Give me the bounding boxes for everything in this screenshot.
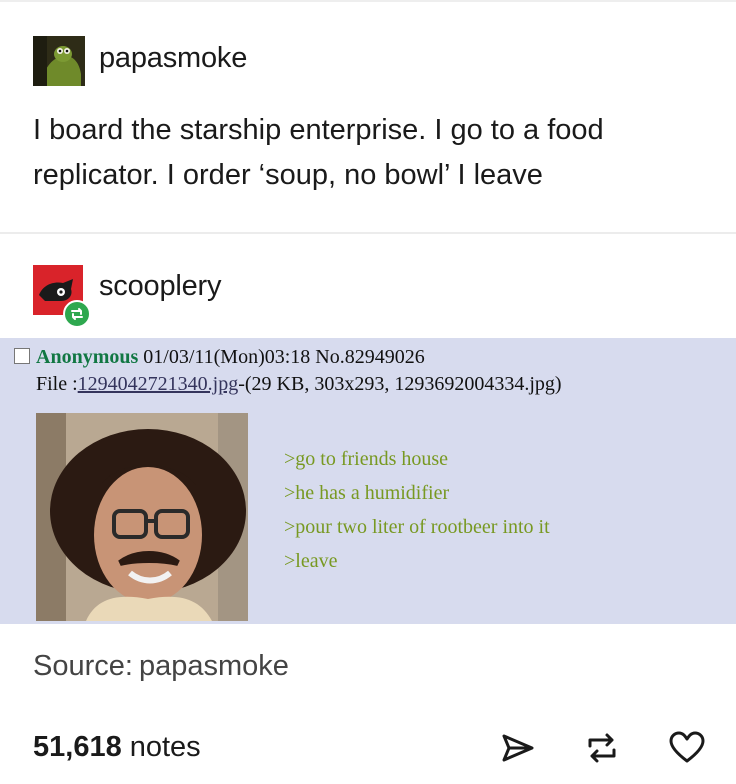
chan-post-datetime: 01/03/11(Mon)03:18 (143, 346, 311, 368)
notes-number: 51,618 (33, 731, 122, 763)
reblog-badge-icon (63, 300, 91, 328)
chan-checkbox (14, 348, 30, 364)
greentext-line: >pour two liter of rootbeer into it (284, 516, 550, 538)
chan-post-screenshot: Anonymous 01/03/11(Mon)03:18 No.82949026… (0, 338, 736, 624)
source-label: Source: (33, 650, 133, 682)
greentext-line: >go to friends house (284, 448, 449, 470)
chan-file-link: 1294042721340.jpg (77, 373, 239, 395)
greentext-line: >he has a humidifier (284, 482, 450, 504)
source-name[interactable]: papasmoke (139, 650, 289, 682)
share-icon[interactable] (498, 728, 538, 768)
reblog-icon[interactable] (582, 728, 622, 768)
chan-post-header: Anonymous 01/03/11(Mon)03:18 No.82949026 (36, 346, 425, 369)
post-body-text: I board the starship enterprise. I go to… (33, 114, 604, 191)
chan-greentext: >go to friends house >he has a humidifie… (284, 442, 550, 578)
top-border (0, 0, 736, 2)
source-line[interactable]: Source: papasmoke (33, 650, 289, 683)
notes-count[interactable]: 51,618 notes (33, 731, 201, 764)
chan-poster-name: Anonymous (36, 346, 139, 368)
heart-icon[interactable] (667, 728, 707, 768)
chan-post-number: No.82949026 (315, 346, 425, 368)
reblog-author-name[interactable]: scooplery (99, 270, 222, 303)
chan-file-line: File :1294042721340.jpg-(29 KB, 303x293,… (36, 373, 562, 396)
chan-post-photo (36, 413, 248, 621)
post-divider (0, 232, 736, 234)
chan-file-label: File : (36, 373, 78, 395)
notes-label: notes (129, 731, 201, 763)
avatar-papasmoke[interactable] (33, 36, 85, 86)
greentext-line: >leave (284, 550, 338, 572)
chan-file-info: -(29 KB, 303x293, 1293692004334.jpg) (238, 373, 562, 395)
post-author-name[interactable]: papasmoke (99, 42, 247, 75)
